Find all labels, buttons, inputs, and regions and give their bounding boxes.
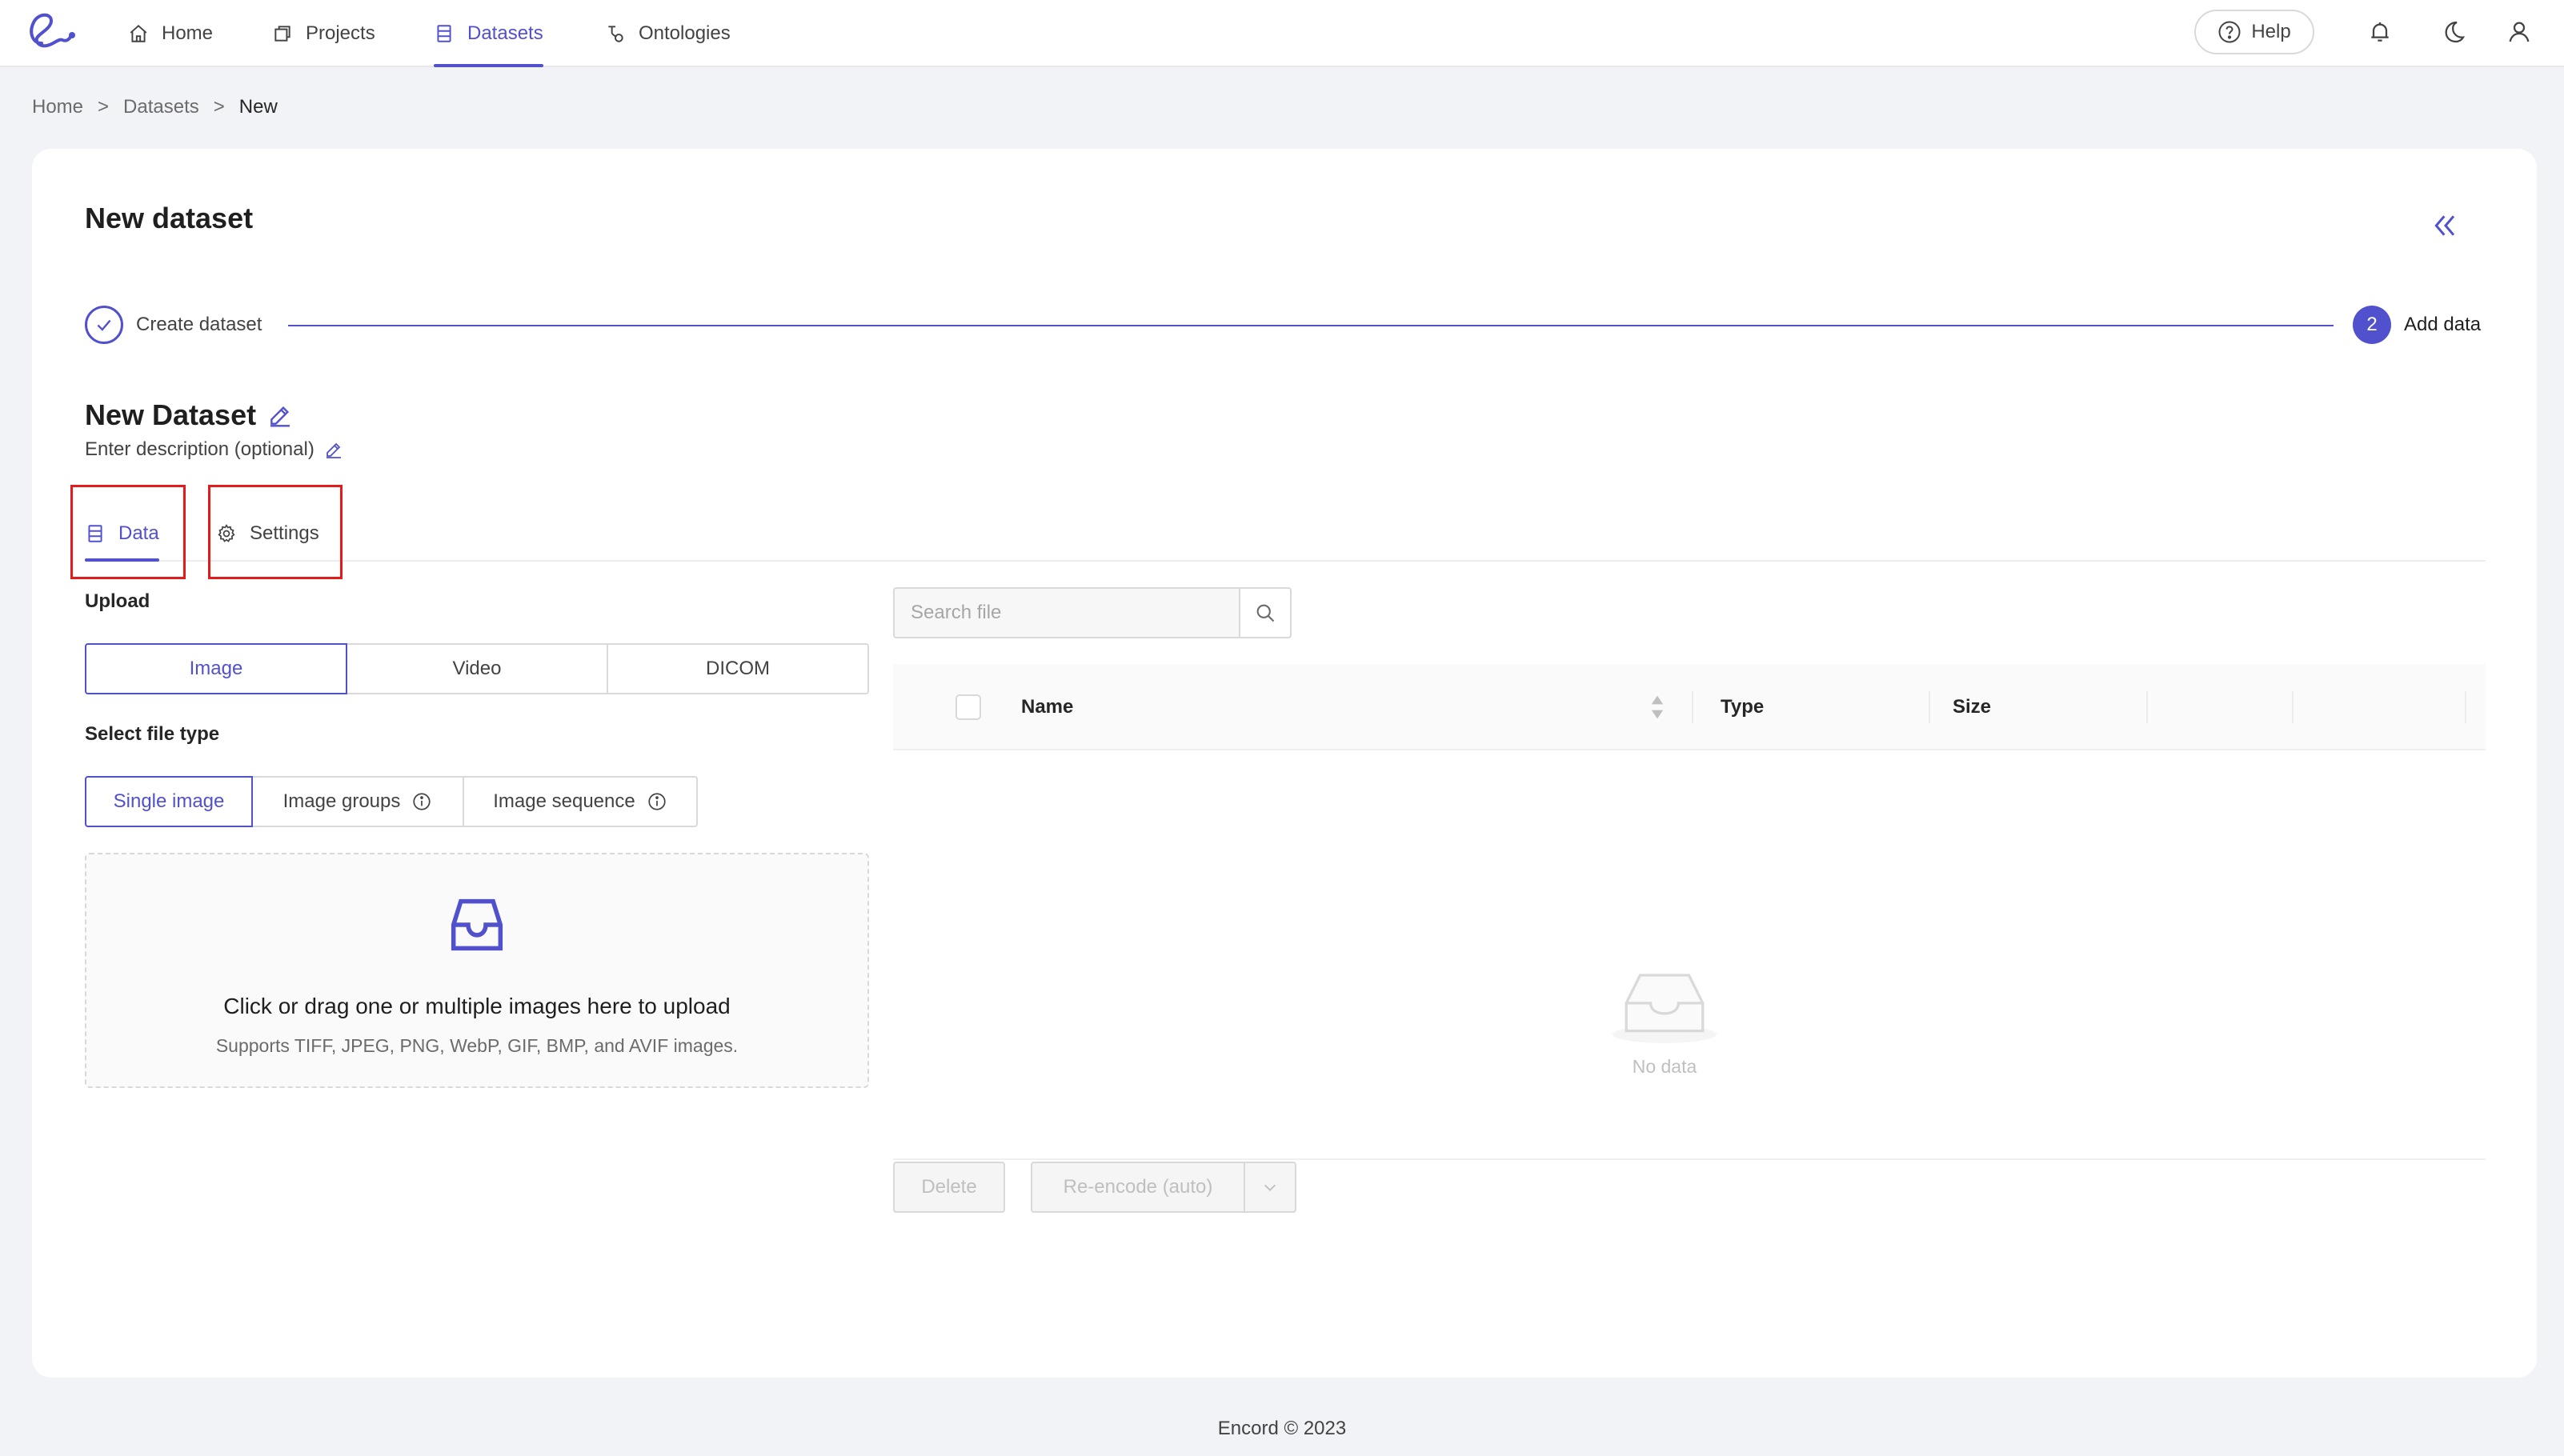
upload-label: Upload [85, 590, 150, 612]
column-header-size: Size [1953, 696, 1992, 718]
top-navigation: Home Projects Datasets Ontologies Help [0, 0, 2564, 67]
file-type-label: Single image [113, 790, 225, 812]
question-circle-icon [2218, 21, 2241, 43]
nav-item-label: Ontologies [639, 22, 731, 44]
dataset-name: New Dataset [85, 398, 293, 432]
step-add-data-label: Add data [2404, 314, 2482, 335]
dataset-description: Enter description (optional) [85, 438, 343, 461]
highlight-box-data-tab [70, 485, 186, 579]
chevron-down-icon [1264, 1184, 1276, 1191]
table-bottom-border [893, 1158, 2486, 1160]
nav-item-datasets[interactable]: Datasets [434, 0, 543, 67]
delete-button[interactable]: Delete [893, 1162, 1005, 1213]
user-icon [2509, 22, 2530, 42]
bell-icon [2371, 22, 2389, 42]
column-header-name[interactable]: Name [1021, 664, 1073, 750]
dark-mode-toggle[interactable] [2436, 14, 2471, 50]
column-header-type: Type [1721, 696, 1765, 718]
edit-icon[interactable] [324, 440, 343, 459]
breadcrumb-current: New [238, 96, 278, 118]
breadcrumb-separator: > [98, 96, 110, 118]
dataset-name-text: New Dataset [85, 398, 257, 431]
file-table-header: Name Type Size [893, 664, 2486, 750]
reencode-button[interactable]: Re-encode (auto) [1031, 1162, 1245, 1213]
footer-copyright: Encord © 2023 [1217, 1418, 1347, 1439]
inbox-icon [451, 898, 503, 951]
column-divider [2465, 691, 2466, 723]
help-label: Help [2251, 21, 2291, 42]
media-type-selector: Image Video DICOM [85, 643, 869, 694]
column-divider [2292, 691, 2294, 723]
file-type-selector: Single image Image groups Image sequence [85, 776, 698, 827]
encord-logo-icon[interactable] [24, 8, 80, 56]
sort-icon[interactable] [1649, 693, 1666, 722]
column-divider [1692, 691, 1693, 723]
nav-item-label: Projects [306, 22, 375, 44]
file-type-image-sequence[interactable]: Image sequence [463, 776, 698, 827]
empty-state-text: No data [1632, 1056, 1697, 1077]
file-type-label: Select file type [85, 723, 220, 745]
info-icon[interactable] [411, 791, 432, 812]
search-icon [1256, 604, 1275, 622]
reencode-dropdown: Re-encode (auto) [1031, 1162, 1296, 1213]
column-divider [1929, 691, 1930, 723]
nav-item-label: Home [162, 22, 214, 44]
moon-icon [2445, 21, 2466, 43]
datasets-icon [437, 25, 451, 42]
media-type-image[interactable]: Image [85, 643, 347, 694]
file-type-label: Image sequence [493, 790, 635, 812]
step-create-dataset-label: Create dataset [136, 314, 262, 335]
file-search [893, 587, 1292, 638]
search-input[interactable] [893, 587, 1241, 638]
double-chevron-left-icon[interactable] [2430, 210, 2462, 242]
tabs-divider [85, 560, 2486, 562]
breadcrumb: Home > Datasets > New [32, 94, 278, 120]
media-type-video[interactable]: Video [346, 643, 608, 694]
empty-inbox-icon [1612, 974, 1717, 1043]
dropzone-title: Click or drag one or multiple images her… [223, 994, 731, 1018]
dropzone-subtitle: Supports TIFF, JPEG, PNG, WebP, GIF, BMP… [215, 1035, 739, 1056]
nav-item-home[interactable]: Home [128, 0, 213, 67]
home-icon [130, 24, 147, 42]
select-all-checkbox[interactable] [955, 694, 981, 720]
user-menu-button[interactable] [2502, 14, 2537, 50]
column-divider [2146, 691, 2148, 723]
highlight-box-settings-tab [208, 485, 343, 579]
upload-dropzone[interactable]: Click or drag one or multiple images her… [85, 853, 869, 1088]
main-card: New dataset Create dataset 2 Add data Ne… [32, 149, 2537, 1378]
projects-icon [274, 26, 290, 42]
step-add-data-indicator: 2 [2353, 306, 2391, 344]
reencode-options-button[interactable] [1245, 1162, 1296, 1213]
breadcrumb-home[interactable]: Home [32, 96, 83, 118]
check-icon [97, 319, 111, 331]
file-type-label: Image groups [282, 790, 401, 812]
page-title: New dataset [85, 202, 254, 234]
breadcrumb-datasets[interactable]: Datasets [123, 96, 199, 118]
media-type-dicom[interactable]: DICOM [607, 643, 869, 694]
file-type-single-image[interactable]: Single image [85, 776, 253, 827]
notifications-button[interactable] [2362, 14, 2398, 50]
dataset-description-text: Enter description (optional) [85, 438, 314, 460]
nav-item-label: Datasets [467, 22, 543, 44]
edit-icon[interactable] [267, 402, 293, 428]
info-icon[interactable] [647, 791, 667, 812]
help-button[interactable]: Help [2194, 10, 2314, 54]
search-button[interactable] [1240, 587, 1292, 638]
nav-item-ontologies[interactable]: Ontologies [605, 0, 731, 67]
nav-item-projects[interactable]: Projects [272, 0, 375, 67]
breadcrumb-separator: > [213, 96, 225, 118]
stepper-connector [288, 325, 2334, 326]
ontologies-icon [608, 26, 623, 42]
step-create-dataset-indicator [85, 306, 123, 344]
file-type-image-groups[interactable]: Image groups [251, 776, 464, 827]
